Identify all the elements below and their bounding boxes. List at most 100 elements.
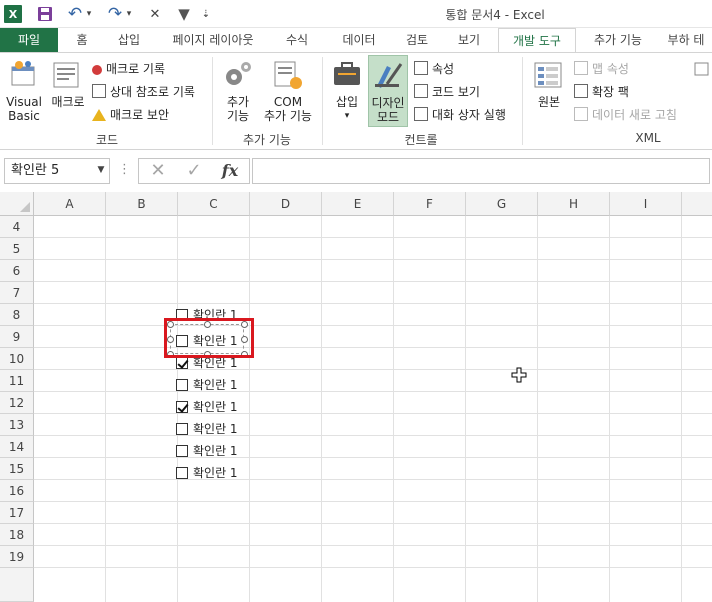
tab-page-layout[interactable]: 페이지 레이아웃 — [158, 28, 268, 52]
row-header[interactable]: 18 — [0, 524, 34, 546]
macro-button[interactable]: 매크로 — [48, 95, 88, 109]
row-header[interactable]: 14 — [0, 436, 34, 458]
checkbox-control[interactable]: 확인란 1 — [176, 376, 238, 393]
checkbox-box[interactable] — [176, 422, 188, 435]
checkbox-control[interactable]: 확인란 1 — [176, 464, 238, 481]
checkbox-control[interactable]: 확인란 1 — [176, 442, 238, 459]
close-icon[interactable]: ✕ — [146, 5, 164, 23]
checkbox-box[interactable] — [176, 466, 188, 479]
macro-security-label: 매크로 보안 — [110, 108, 170, 122]
tab-review[interactable]: 검토 — [394, 28, 440, 52]
formula-bar-grip-icon[interactable]: ⋮ — [118, 162, 131, 177]
enter-icon[interactable]: ✓ — [179, 159, 209, 183]
row-header[interactable]: 4 — [0, 216, 34, 238]
com-addins-button[interactable]: COM 추가 기능 — [260, 95, 316, 123]
worksheet-grid[interactable]: A B C D E F G H I 4 5 6 7 8 9 10 11 12 1… — [0, 192, 712, 602]
tab-data[interactable]: 데이터 — [330, 28, 388, 52]
column-header-d[interactable]: D — [250, 192, 322, 216]
name-box-dropdown-icon[interactable]: ▼ — [94, 158, 108, 182]
tab-home[interactable]: 홈 — [64, 28, 100, 52]
view-code-button[interactable]: 코드 보기 — [414, 83, 480, 100]
select-all-corner[interactable] — [0, 192, 34, 216]
row-header[interactable]: 9 — [0, 326, 34, 348]
cancel-icon[interactable]: ✕ — [143, 159, 173, 183]
com-addins-icon — [272, 59, 304, 94]
redo-icon[interactable]: ↷ — [106, 4, 124, 24]
row-header[interactable]: 17 — [0, 502, 34, 524]
group-label-xml: XML — [635, 131, 661, 145]
checkbox-control[interactable]: 확인란 1 — [176, 420, 238, 437]
import-icon[interactable] — [694, 61, 710, 80]
addins-gear-icon — [222, 59, 254, 94]
tab-view[interactable]: 보기 — [446, 28, 492, 52]
tab-developer[interactable]: 개발 도구 — [498, 28, 576, 52]
customize-toolbar-icon[interactable]: ⇣ — [200, 5, 212, 23]
visual-basic-button[interactable]: Visual Basic — [4, 95, 44, 123]
redo-dropdown-icon[interactable]: ▾ — [124, 5, 134, 23]
save-icon[interactable] — [36, 5, 54, 23]
addins-button[interactable]: 추가 기능 — [218, 95, 258, 123]
row-header[interactable]: 15 — [0, 458, 34, 480]
refresh-data-label: 데이터 새로 고침 — [592, 108, 677, 122]
tab-load-test[interactable]: 부하 테 — [660, 28, 712, 52]
gridline — [34, 369, 712, 370]
macro-security-button[interactable]: 매크로 보안 — [92, 106, 169, 123]
column-header-e[interactable]: E — [322, 192, 394, 216]
formula-buttons: ✕ ✓ fx — [138, 158, 250, 184]
relative-reference-button[interactable]: 상대 참조로 기록 — [92, 83, 195, 100]
tab-addins[interactable]: 추가 기능 — [582, 28, 654, 52]
tab-insert[interactable]: 삽입 — [106, 28, 152, 52]
record-macro-button[interactable]: 매크로 기록 — [92, 60, 165, 77]
gridline — [34, 303, 712, 304]
column-header-h[interactable]: H — [538, 192, 610, 216]
checkbox-box-checked[interactable] — [176, 356, 188, 369]
filter-icon[interactable]: ▼ — [174, 5, 194, 23]
row-header[interactable]: 11 — [0, 370, 34, 392]
row-header[interactable]: 5 — [0, 238, 34, 260]
gridline — [34, 479, 712, 480]
insert-control-button[interactable]: 삽입 ▾ — [330, 95, 364, 123]
column-header-f[interactable]: F — [394, 192, 466, 216]
refresh-data-button[interactable]: 데이터 새로 고침 — [574, 106, 677, 123]
row-header[interactable]: 6 — [0, 260, 34, 282]
tab-file[interactable]: 파일 — [0, 28, 58, 52]
expansion-packs-button[interactable]: 확장 팩 — [574, 83, 629, 100]
xml-source-button[interactable]: 원본 — [530, 95, 568, 109]
column-header-i[interactable]: I — [610, 192, 682, 216]
checkbox-control[interactable]: 확인란 1 — [176, 398, 238, 415]
properties-button[interactable]: 속성 — [414, 60, 454, 77]
refresh-data-icon — [574, 107, 588, 121]
insert-function-icon[interactable]: fx — [215, 159, 245, 183]
checkbox-box[interactable] — [176, 378, 188, 391]
map-properties-button[interactable]: 맵 속성 — [574, 60, 629, 77]
row-header[interactable]: 12 — [0, 392, 34, 414]
undo-icon[interactable]: ↶ — [66, 4, 84, 24]
group-label-addins: 추가 기능 — [243, 133, 291, 147]
view-code-icon — [414, 84, 428, 98]
design-mode-button[interactable]: 디자인 모드 — [368, 55, 408, 127]
checkbox-box[interactable] — [176, 444, 188, 457]
row-header[interactable]: 10 — [0, 348, 34, 370]
run-dialog-button[interactable]: 대화 상자 실행 — [414, 106, 506, 123]
row-header[interactable]: 19 — [0, 546, 34, 568]
column-header-a[interactable]: A — [34, 192, 106, 216]
com-addins-label-1: COM — [273, 95, 303, 109]
window-title: 통합 문서4 - Excel — [445, 8, 545, 22]
addins-label-1: 추가 — [226, 95, 250, 109]
gridline — [34, 413, 712, 414]
row-header[interactable]: 7 — [0, 282, 34, 304]
view-code-label: 코드 보기 — [432, 85, 480, 99]
row-header[interactable]: 13 — [0, 414, 34, 436]
checkbox-box-checked[interactable] — [176, 400, 188, 413]
column-header-g[interactable]: G — [466, 192, 538, 216]
tab-formulas[interactable]: 수식 — [274, 28, 320, 52]
column-header-c[interactable]: C — [178, 192, 250, 216]
record-icon — [92, 65, 102, 75]
column-header-j[interactable] — [682, 192, 712, 216]
column-header-b[interactable]: B — [106, 192, 178, 216]
formula-input[interactable] — [252, 158, 710, 184]
undo-dropdown-icon[interactable]: ▾ — [84, 5, 94, 23]
row-header[interactable]: 16 — [0, 480, 34, 502]
map-properties-label: 맵 속성 — [592, 62, 629, 76]
row-header[interactable]: 8 — [0, 304, 34, 326]
